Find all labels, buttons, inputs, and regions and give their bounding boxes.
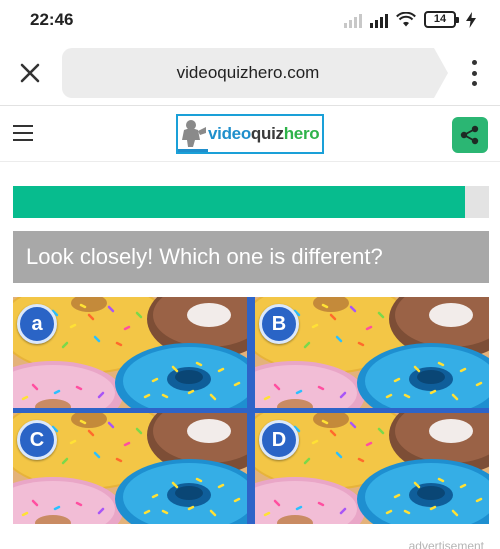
url-text: videoquizhero.com — [176, 63, 320, 82]
share-button[interactable] — [452, 117, 488, 153]
option-badge-d: D — [259, 420, 299, 460]
logo-text-v: v — [208, 124, 218, 143]
status-time: 22:46 — [30, 10, 74, 29]
option-a[interactable]: a — [13, 297, 247, 408]
battery-level: 14 — [433, 13, 447, 25]
option-badge-a: a — [17, 304, 57, 344]
option-badge-c: C — [17, 420, 57, 460]
option-c[interactable]: C — [13, 413, 247, 524]
battery-icon: 14 — [424, 11, 459, 28]
logo-mascot-icon — [178, 116, 208, 152]
signal-icon — [370, 12, 388, 28]
wifi-icon — [396, 11, 416, 26]
site-header: videoquizhero — [0, 107, 500, 162]
share-icon — [460, 125, 479, 145]
option-badge-b: B — [259, 304, 299, 344]
question-box: Look closely! Which one is different? — [13, 231, 489, 283]
answer-grid: a B C D — [13, 297, 489, 524]
logo-text-video: ideo — [217, 124, 251, 143]
logo-text-hero: hero — [283, 124, 320, 143]
status-bar: 22:46 14 — [0, 0, 500, 40]
logo-text: videoquizhero — [208, 124, 320, 144]
signal-faint-icon — [344, 12, 362, 28]
option-b[interactable]: B — [255, 297, 489, 408]
status-icons: 14 — [344, 11, 476, 28]
hamburger-icon[interactable] — [13, 125, 33, 141]
phone-screen: 22:46 14 videoquizhero.com videoquizhero… — [0, 0, 500, 549]
quiz-progress-bar — [13, 186, 489, 218]
site-logo[interactable]: videoquizhero — [176, 114, 324, 154]
close-icon[interactable] — [16, 59, 44, 87]
charging-icon — [466, 11, 476, 28]
logo-text-quiz: quiz — [250, 124, 284, 143]
option-d[interactable]: D — [255, 413, 489, 524]
question-text: Look closely! Which one is different? — [26, 244, 383, 269]
more-vertical-icon[interactable] — [470, 60, 478, 86]
address-bar[interactable]: videoquizhero.com — [62, 48, 448, 98]
quiz-progress-fill — [13, 186, 466, 218]
advertisement-label: advertisement — [408, 539, 484, 549]
browser-toolbar: videoquizhero.com — [0, 40, 500, 106]
